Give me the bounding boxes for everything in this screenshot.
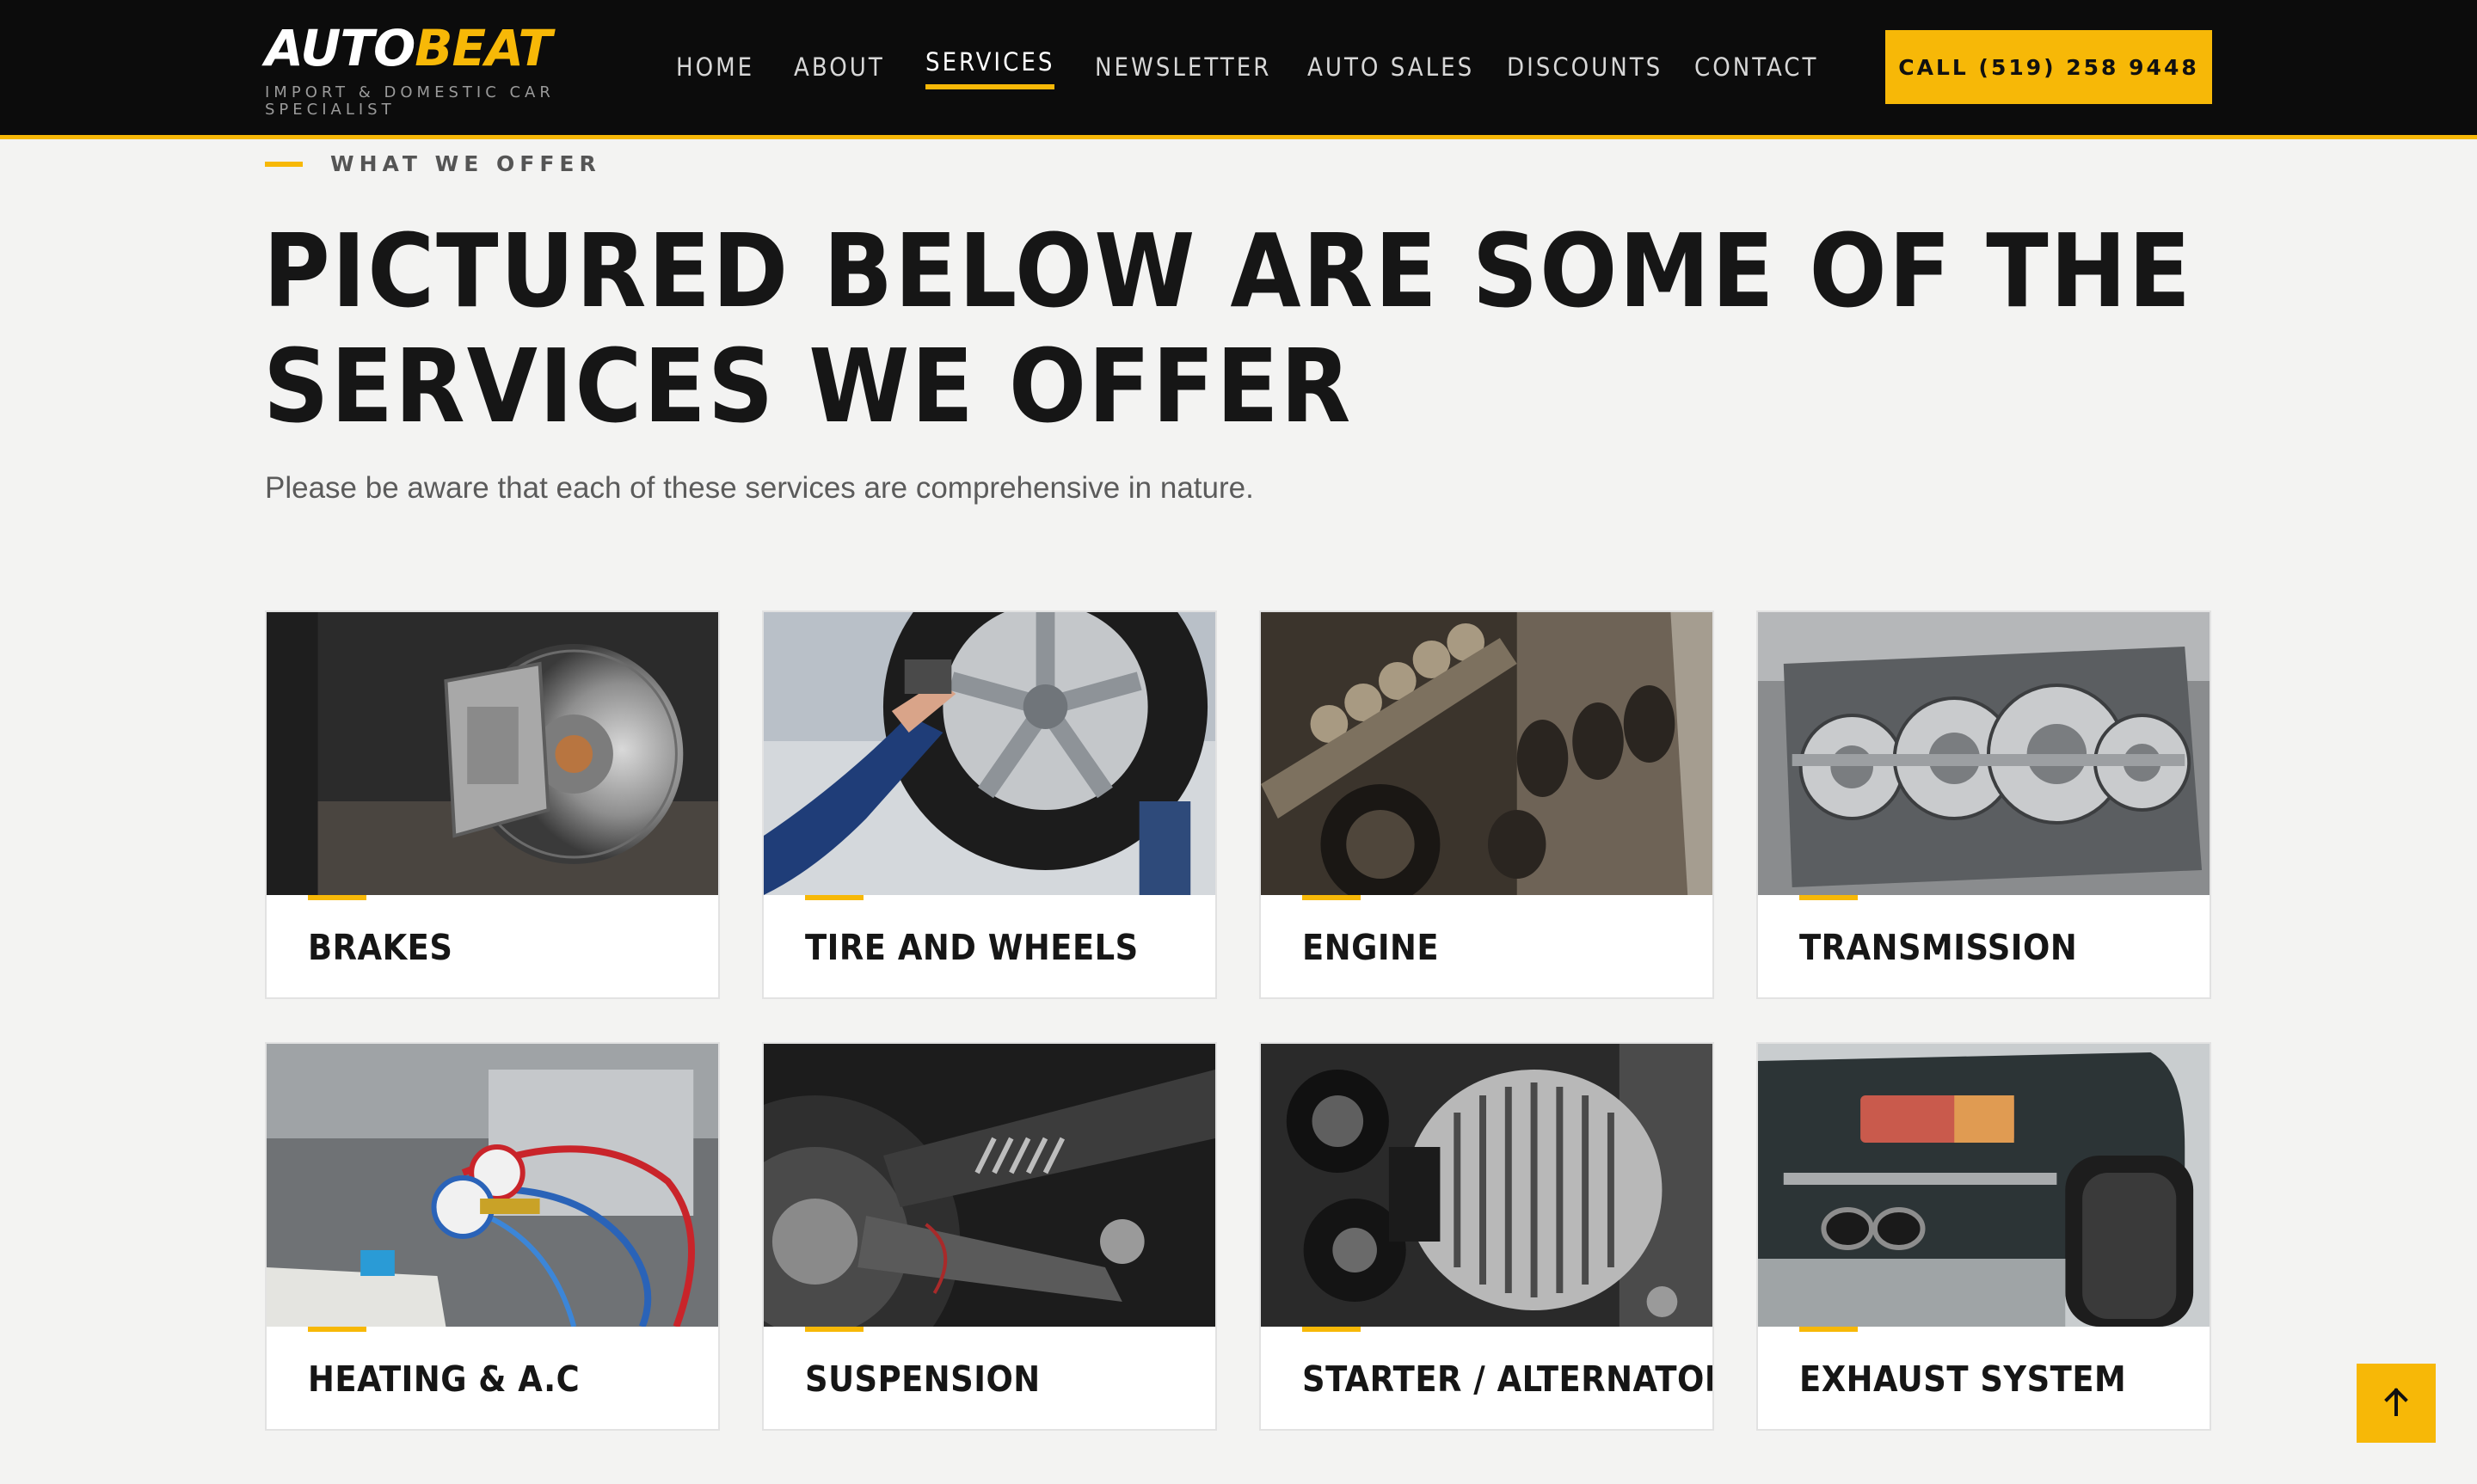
alternator-photo — [1261, 1044, 1712, 1327]
service-title: TIRE AND WHEELS — [805, 927, 1139, 968]
service-title: ENGINE — [1302, 927, 1440, 968]
service-card-transmission[interactable]: TRANSMISSION — [1756, 610, 2211, 999]
nav-contact[interactable]: CONTACT — [1694, 50, 1818, 84]
eyebrow-label: WHAT WE OFFER — [330, 151, 601, 176]
card-accent-bar — [805, 1327, 864, 1332]
service-card-suspension[interactable]: SUSPENSION — [762, 1042, 1217, 1431]
service-card-brakes[interactable]: BRAKES — [265, 610, 720, 999]
service-card-heating-ac[interactable]: HEATING & A.C — [265, 1042, 720, 1431]
engine-photo — [1261, 612, 1712, 895]
nav-home[interactable]: HOME — [676, 50, 754, 84]
nav-newsletter[interactable]: NEWSLETTER — [1095, 50, 1271, 84]
service-title: HEATING & A.C — [308, 1358, 581, 1400]
brake-disc-photo — [267, 612, 718, 895]
logo-tagline: IMPORT & DOMESTIC CAR SPECIALIST — [265, 83, 555, 119]
services-grid: BRAKES TIRE AND WHEELS ENGINE TRANSMISSI… — [265, 610, 2212, 1431]
page-title: PICTURED BELOW ARE SOME OF THE SERVICES … — [263, 212, 2193, 445]
service-card-tire-and-wheels[interactable]: TIRE AND WHEELS — [762, 610, 1217, 999]
service-title: TRANSMISSION — [1799, 927, 2078, 968]
service-card-exhaust-system[interactable]: EXHAUST SYSTEM — [1756, 1042, 2211, 1431]
service-title: BRAKES — [308, 927, 453, 968]
card-accent-bar — [1799, 1327, 1858, 1332]
transmission-photo — [1758, 612, 2210, 895]
tire-wheel-photo — [764, 612, 1215, 895]
page-subtitle: Please be aware that each of these servi… — [265, 471, 1254, 505]
service-card-starter-alternator[interactable]: STARTER / ALTERNATOR — [1259, 1042, 1714, 1431]
nav-auto-sales[interactable]: AUTO SALES — [1307, 50, 1474, 84]
card-accent-bar — [805, 895, 864, 900]
call-button[interactable]: CALL (519) 258 9448 — [1885, 30, 2212, 104]
nav-services[interactable]: SERVICES — [925, 45, 1055, 89]
nav-about[interactable]: ABOUT — [794, 50, 885, 84]
site-logo[interactable]: AUTOBEAT IMPORT & DOMESTIC CAR SPECIALIS… — [265, 19, 626, 119]
card-accent-bar — [308, 1327, 366, 1332]
logo-part-beat: BEAT — [415, 19, 552, 77]
service-title: EXHAUST SYSTEM — [1799, 1358, 2127, 1400]
card-accent-bar — [308, 895, 366, 900]
logo-wordmark: AUTOBEAT — [265, 19, 626, 77]
arrow-up-icon — [2383, 1387, 2409, 1420]
card-accent-bar — [1302, 1327, 1361, 1332]
site-header: AUTOBEAT IMPORT & DOMESTIC CAR SPECIALIS… — [0, 0, 2477, 139]
service-card-engine[interactable]: ENGINE — [1259, 610, 1714, 999]
service-title: SUSPENSION — [805, 1358, 1041, 1400]
card-accent-bar — [1799, 895, 1858, 900]
section-eyebrow: WHAT WE OFFER — [265, 151, 601, 176]
exhaust-photo — [1758, 1044, 2210, 1327]
suspension-photo — [764, 1044, 1215, 1327]
back-to-top-button[interactable] — [2357, 1364, 2436, 1443]
ac-gauges-photo — [267, 1044, 718, 1327]
eyebrow-accent-bar — [265, 161, 303, 167]
nav-discounts[interactable]: DISCOUNTS — [1507, 50, 1663, 84]
logo-part-auto: AUTO — [265, 19, 415, 77]
card-accent-bar — [1302, 895, 1361, 900]
service-title: STARTER / ALTERNATOR — [1302, 1358, 1714, 1400]
